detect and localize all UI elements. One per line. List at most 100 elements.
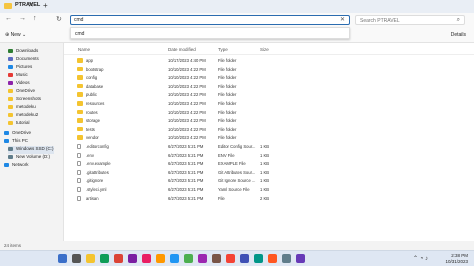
file-row[interactable]: .gitattributes 6/27/2023 5:21 PM Git Attri… (64, 169, 474, 177)
sidebar-item[interactable]: metodeku2 (8, 112, 38, 120)
sidebar-item-label: Screenshots (16, 96, 42, 101)
sidebar-item[interactable]: OneDrive (8, 88, 35, 96)
sidebar-item[interactable]: metodeku (8, 104, 36, 112)
system-tray[interactable]: ⌃ ◔ ♪ (413, 255, 428, 262)
file-size: 1 KB (260, 178, 270, 184)
sidebar-item[interactable]: Music (8, 72, 28, 80)
file-row[interactable]: public 10/10/2023 4:22 PM File folder (64, 91, 474, 99)
new-button[interactable]: ⊕ New ⌄ (5, 32, 26, 38)
file-name: app (86, 58, 93, 63)
app-icon[interactable] (156, 254, 165, 263)
file-row[interactable]: app 10/17/2023 4:40 PM File folder (64, 57, 474, 65)
explorer-icon[interactable] (86, 254, 95, 263)
file-date: 6/27/2023 5:21 PM (168, 152, 204, 158)
file-date: 6/27/2023 5:21 PM (168, 195, 204, 201)
file-name: routes (86, 109, 98, 115)
app-icon[interactable] (240, 254, 249, 263)
column-header-name[interactable]: Name (78, 47, 90, 52)
column-header-type[interactable]: Type (218, 47, 228, 52)
new-tab-icon[interactable]: + (43, 1, 48, 10)
title-bar: PTRAVEL ✕ + (0, 0, 474, 13)
chrome-icon[interactable] (114, 254, 123, 263)
sidebar-item[interactable]: Documents (8, 56, 39, 64)
column-header-date[interactable]: Date modified (168, 47, 196, 52)
app-icon[interactable] (184, 254, 193, 263)
file-row[interactable]: config 10/10/2023 4:22 PM File folder (64, 74, 474, 82)
clock[interactable]: 2:38 PM 10/31/2023 (445, 253, 468, 265)
sidebar-item[interactable]: This PC (4, 138, 28, 146)
app-icon[interactable] (282, 254, 291, 263)
file-name: tests (86, 126, 95, 132)
sidebar-item[interactable]: Downloads (8, 48, 38, 56)
forward-icon[interactable]: → (19, 15, 26, 22)
up-icon[interactable]: ↑ (33, 15, 37, 22)
clear-address-icon[interactable]: ✕ (340, 16, 345, 23)
file-row[interactable]: .env 6/27/2023 5:21 PM ENV File 1 KB (64, 152, 474, 160)
file-row[interactable]: vendor 10/10/2023 4:22 PM File folder (64, 134, 474, 142)
sidebar-item[interactable]: Screenshots (8, 96, 41, 104)
file-type: File folder (218, 58, 237, 63)
search-icon[interactable] (58, 254, 67, 263)
suggestion-item[interactable]: cmd (75, 31, 84, 37)
file-size: 1 KB (260, 152, 270, 158)
taskview-icon[interactable] (72, 254, 81, 263)
file-row[interactable]: routes 10/10/2023 4:22 PM File folder (64, 109, 474, 117)
file-row[interactable]: tests 10/10/2023 4:22 PM File folder (64, 126, 474, 134)
file-row[interactable]: database 10/10/2023 4:22 PM File folder (64, 83, 474, 91)
file-row[interactable]: storage 10/10/2023 4:22 PM File folder (64, 117, 474, 125)
file-date: 10/10/2023 4:22 PM (168, 101, 206, 106)
refresh-icon[interactable]: ↻ (56, 15, 62, 23)
file-row[interactable]: .gitignore 6/27/2023 5:21 PM Git Ignore So… (64, 177, 474, 185)
file-row[interactable]: resources 10/10/2023 4:22 PM File folder (64, 100, 474, 108)
file-type: ENV File (218, 152, 235, 158)
file-row[interactable]: bootstrap 10/10/2023 4:22 PM File folder (64, 66, 474, 74)
sidebar-item[interactable]: Windows SSD (C:) (8, 146, 54, 154)
sidebar-item-label: OneDrive (16, 88, 36, 93)
close-tab-icon[interactable]: ✕ (28, 1, 34, 9)
search-box[interactable]: Search PTRAVEL ⌕ (355, 15, 465, 25)
back-icon[interactable]: ← (5, 15, 12, 22)
app-icon[interactable] (142, 254, 151, 263)
search-input[interactable]: Search PTRAVEL (360, 18, 400, 24)
file-row[interactable]: .editorconfig 6/27/2023 5:21 PM Editor Con… (64, 143, 474, 151)
sidebar-item[interactable]: Pictures (8, 64, 32, 72)
sidebar-item[interactable]: Videos (8, 80, 30, 88)
file-icon (77, 169, 81, 175)
file-row[interactable]: .styleci.yml 6/27/2023 5:21 PM Yaml Source… (64, 186, 474, 194)
address-bar[interactable]: cmd ✕ (70, 15, 350, 25)
sidebar-item-label: metodeku2 (16, 112, 39, 117)
app-icon[interactable] (212, 254, 221, 263)
file-row[interactable]: .env.example 6/27/2023 5:21 PM EXAMPLE Fil… (64, 160, 474, 168)
app-icon[interactable] (254, 254, 263, 263)
sidebar-item-label: Windows SSD (C:) (16, 146, 54, 151)
sidebar-item[interactable]: tutorial (8, 120, 30, 128)
file-type: File folder (218, 66, 237, 72)
details-button[interactable]: Details (451, 32, 466, 38)
navigation-bar: ← → ↑ ↻ cmd ✕ Search PTRAVEL ⌕ (0, 13, 474, 27)
file-type: File folder (218, 135, 237, 141)
edge-icon[interactable] (100, 254, 109, 263)
folder-icon (8, 104, 13, 109)
sidebar-item[interactable]: New Volume (D:) (8, 154, 50, 162)
app-icon[interactable] (128, 254, 137, 263)
folder-icon (77, 83, 83, 89)
onedrive-icon (8, 88, 13, 93)
sidebar-item[interactable]: Network (4, 162, 29, 170)
folder-icon (77, 135, 83, 140)
column-header-size[interactable]: Size (260, 47, 269, 52)
file-row[interactable]: artisan 6/27/2023 5:21 PM File 2 KB (64, 195, 474, 203)
folder-icon (77, 118, 83, 123)
app-icon[interactable] (170, 254, 179, 263)
app-icon[interactable] (226, 254, 235, 263)
app-icon[interactable] (296, 254, 305, 263)
address-input[interactable]: cmd (74, 17, 83, 23)
app-icon[interactable] (268, 254, 277, 263)
sidebar-item[interactable]: OneDrive (4, 130, 31, 138)
file-type: File folder (218, 101, 237, 106)
file-name: vendor (86, 135, 99, 141)
file-type: File folder (218, 75, 237, 81)
sidebar-item-label: Videos (16, 80, 30, 85)
drive-icon (8, 146, 13, 151)
app-icon[interactable] (198, 254, 207, 263)
videos-icon (8, 80, 13, 85)
